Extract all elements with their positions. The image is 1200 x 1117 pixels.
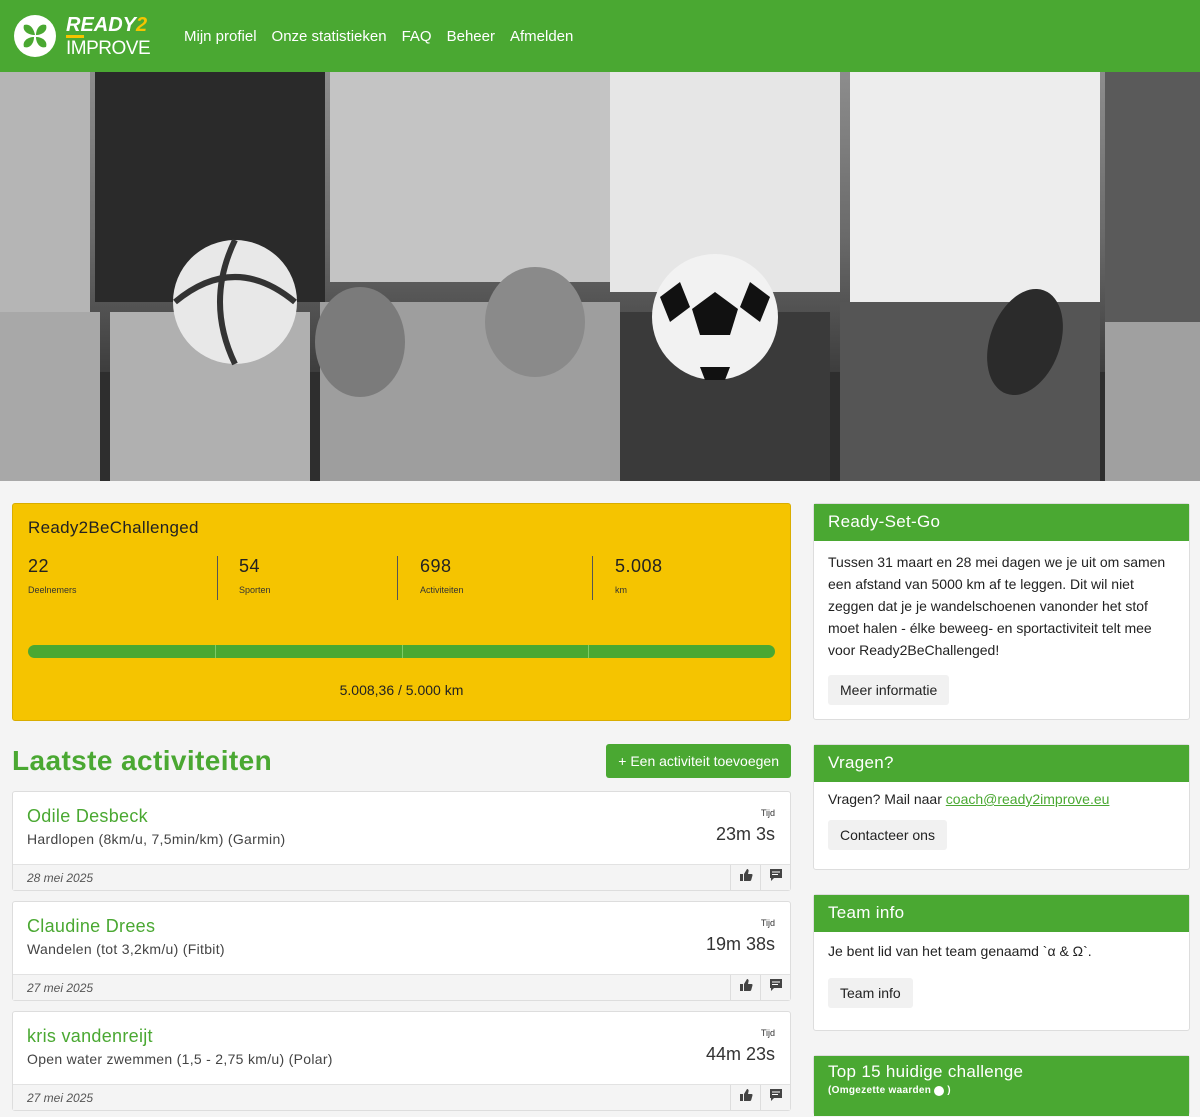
activity-date: 27 mei 2025 [27, 1090, 94, 1105]
activity-user-name[interactable]: Claudine Drees [27, 916, 155, 937]
progress-label: 5.008,36 / 5.000 km [339, 682, 464, 698]
email-link[interactable]: coach@ready2improve.eu [946, 791, 1110, 807]
meer-informatie-button[interactable]: Meer informatie [828, 675, 950, 705]
progress-tick [214, 645, 216, 658]
nav-links: Mijn profiel Onze statistieken FAQ Behee… [184, 28, 573, 45]
stat-km: 5.008 km [593, 556, 663, 600]
activity-time-value: 23m 3s [715, 824, 775, 844]
add-activity-button[interactable]: + Een activiteit toevoegen [606, 744, 791, 778]
brand-ready: READY [66, 13, 137, 36]
activity-time-label: Tijd [760, 918, 775, 928]
team-info-button[interactable]: Team info [828, 978, 913, 1008]
stat-sporten: 54 Sporten [218, 556, 398, 600]
stat-value: 698 [420, 556, 452, 576]
activities-header: Laatste activiteiten + Een activiteit to… [12, 743, 791, 779]
like-button[interactable] [730, 974, 760, 1001]
comment-icon [769, 978, 783, 997]
stat-deelnemers: 22 Deelnemers [28, 556, 218, 600]
panel-title: Top 15 huidige challenge [828, 1062, 1024, 1081]
activity-time-value: 44m 23s [705, 1044, 775, 1064]
stat-label: Activiteiten [420, 585, 464, 595]
comment-icon [769, 1088, 783, 1107]
challenge-summary-card: Ready2BeChallenged 22 Deelnemers 54 Spor… [12, 503, 791, 721]
top15-subtitle-close: ) [947, 1085, 951, 1096]
activity-card: kris vandenreijt Open water zwemmen (1,5… [12, 1011, 791, 1111]
activity-time-label: Tijd [760, 1028, 775, 1038]
activity-date: 28 mei 2025 [27, 870, 94, 885]
activity-time-value: 19m 38s [705, 934, 775, 954]
panel-title: Vragen? [814, 745, 1189, 782]
top15-header: Top 15 huidige challenge (Omgezette waar… [814, 1056, 1189, 1116]
nav-faq[interactable]: FAQ [402, 28, 432, 45]
top15-subtitle-row: (Omgezette waarden ) [828, 1085, 1175, 1096]
challenge-title: Ready2BeChallenged [28, 518, 199, 537]
stat-label: Deelnemers [28, 585, 77, 595]
activity-user-name[interactable]: kris vandenreijt [27, 1026, 153, 1047]
ready-set-go-panel: Ready-Set-Go Tussen 31 maart en 28 mei d… [813, 503, 1190, 720]
challenge-stats: 22 Deelnemers 54 Sporten 698 Activiteite… [28, 556, 775, 600]
activity-description: Hardlopen (8km/u, 7,5min/km) (Garmin) [27, 831, 286, 847]
comment-icon [769, 868, 783, 887]
stat-label: Sporten [239, 585, 271, 595]
like-button[interactable] [730, 864, 760, 891]
panel-title: Team info [814, 895, 1189, 932]
brand-two: 2 [136, 13, 148, 36]
hero-photo-illustration [0, 72, 1200, 481]
clover-logo-icon [14, 15, 56, 57]
brand-improve: IMPROVE [66, 34, 151, 58]
activity-description: Open water zwemmen (1,5 - 2,75 km/u) (Po… [27, 1051, 333, 1067]
activity-footer: 27 mei 2025 [13, 1084, 790, 1111]
activity-card: Odile Desbeck Hardlopen (8km/u, 7,5min/k… [12, 791, 791, 891]
right-sidebar: Ready-Set-Go Tussen 31 maart en 28 mei d… [813, 503, 1190, 1116]
info-icon[interactable] [934, 1085, 945, 1096]
thumbs-up-icon [739, 868, 753, 887]
nav-beheer[interactable]: Beheer [447, 28, 495, 45]
comment-button[interactable] [760, 974, 790, 1001]
left-column: Ready2BeChallenged 22 Deelnemers 54 Spor… [12, 503, 791, 1115]
panel-title: Ready-Set-Go [814, 504, 1189, 541]
questions-panel: Vragen? Vragen? Mail naar coach@ready2im… [813, 744, 1190, 870]
activity-list: Odile Desbeck Hardlopen (8km/u, 7,5min/k… [12, 791, 791, 1111]
thumbs-up-icon [739, 1088, 753, 1107]
stat-label: km [615, 585, 627, 595]
panel-text: Je bent lid van het team genaamd `α & Ω`… [828, 943, 1092, 959]
top-navbar: READY2 IMPROVE Mijn profiel Onze statist… [0, 0, 1200, 72]
nav-onze-statistieken[interactable]: Onze statistieken [272, 28, 387, 45]
activity-card: Claudine Drees Wandelen (tot 3,2km/u) (F… [12, 901, 791, 1001]
stat-value: 5.008 [615, 556, 663, 576]
top15-subtitle: (Omgezette waarden [828, 1085, 932, 1096]
hero-image [0, 72, 1200, 481]
nav-afmelden[interactable]: Afmelden [510, 28, 573, 45]
team-info-panel: Team info Je bent lid van het team genaa… [813, 894, 1190, 1031]
stat-value: 22 [28, 556, 50, 576]
nav-mijn-profiel[interactable]: Mijn profiel [184, 28, 257, 45]
activity-time-label: Tijd [760, 808, 775, 818]
comment-button[interactable] [760, 864, 790, 891]
contacteer-ons-button[interactable]: Contacteer ons [828, 820, 947, 850]
top15-panel: Top 15 huidige challenge (Omgezette waar… [813, 1055, 1190, 1116]
brand-logo[interactable]: READY2 IMPROVE [14, 15, 184, 58]
progress-tick [401, 645, 403, 658]
progress-tick [588, 645, 590, 658]
comment-button[interactable] [760, 1084, 790, 1111]
stat-activiteiten: 698 Activiteiten [398, 556, 593, 600]
panel-text: Tussen 31 maart en 28 mei dagen we je ui… [828, 554, 1166, 658]
activities-heading: Laatste activiteiten [12, 745, 273, 776]
panel-text: Vragen? Mail naar [828, 791, 946, 807]
activity-footer: 28 mei 2025 [13, 864, 790, 891]
activity-date: 27 mei 2025 [27, 980, 94, 995]
activity-footer: 27 mei 2025 [13, 974, 790, 1001]
like-button[interactable] [730, 1084, 760, 1111]
thumbs-up-icon [739, 978, 753, 997]
activity-user-name[interactable]: Odile Desbeck [27, 806, 148, 827]
brand-wordmark: READY2 IMPROVE [66, 13, 151, 58]
challenge-progress-bar [28, 645, 775, 658]
stat-value: 54 [239, 556, 261, 576]
activity-description: Wandelen (tot 3,2km/u) (Fitbit) [27, 941, 225, 957]
